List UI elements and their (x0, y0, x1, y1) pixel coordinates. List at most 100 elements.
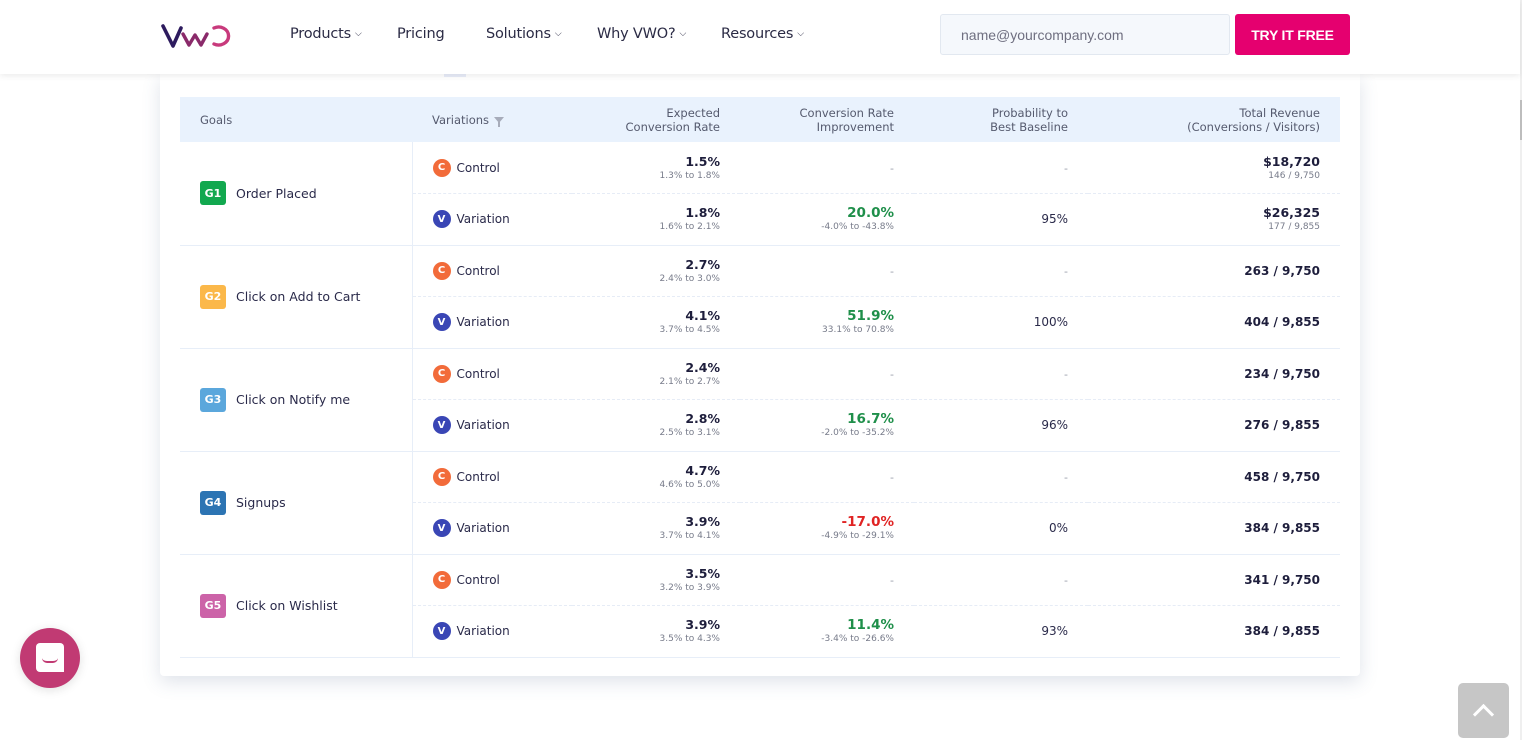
expected-cr-cell: 2.7% 2.4% to 3.0% (572, 245, 740, 297)
variation-badge-icon: V (432, 313, 451, 332)
nav-resources[interactable]: Resources ⌵ (721, 26, 804, 42)
conversions-visitors: 384 / 9,855 (1244, 624, 1320, 639)
goal-cell: G4 Signups (180, 451, 413, 555)
header-goals: Goals (180, 97, 412, 142)
conversions-visitors: 146 / 9,750 (1268, 170, 1320, 181)
table-row: G2 Click on Add to Cart C Control 2.7% 2… (180, 245, 1340, 349)
nav-products[interactable]: Products ⌵ (290, 26, 362, 42)
header-text: Conversion Rate (625, 119, 721, 134)
revenue-cell: 458 / 9,750 (1088, 451, 1340, 503)
goal-name: Signups (236, 495, 286, 510)
variation-badge-icon: V (432, 210, 451, 229)
chevron-down-icon: ⌵ (679, 29, 687, 39)
goal-cell: G1 Order Placed (180, 142, 413, 246)
goal-badge: G2 (200, 284, 226, 309)
header-total-revenue: Total Revenue (Conversions / Visitors) (1088, 97, 1340, 142)
improvement-value: - (890, 573, 894, 587)
probability-value: - (1064, 367, 1068, 381)
goal-name: Click on Notify me (236, 392, 351, 407)
goal-badge: G1 (200, 181, 226, 206)
variation-cell: C Control (412, 451, 572, 503)
probability-cell: - (914, 142, 1088, 194)
conversions-visitors: 234 / 9,750 (1244, 366, 1320, 381)
improvement-cell: - (740, 554, 914, 606)
probability-value: 0% (1048, 521, 1068, 536)
goal-cell: G5 Click on Wishlist (180, 554, 413, 658)
expected-cr-value: 3.9% (685, 617, 720, 633)
nav-pricing[interactable]: Pricing (397, 26, 445, 42)
table-row: G5 Click on Wishlist C Control 3.5% 3.2%… (180, 554, 1340, 658)
improvement-range: -3.4% to -26.6% (821, 634, 894, 645)
header-probability: Probability to Best Baseline (914, 97, 1088, 142)
filter-icon[interactable] (494, 116, 505, 127)
expected-cr-range: 4.6% to 5.0% (659, 479, 721, 490)
chevron-down-icon: ⌵ (554, 29, 562, 39)
nav-why-vwo[interactable]: Why VWO? ⌵ (597, 26, 686, 42)
improvement-range: -4.0% to -43.8% (821, 222, 894, 233)
expected-cr-range: 2.5% to 3.1% (659, 428, 721, 439)
email-input[interactable] (940, 14, 1230, 55)
probability-value: - (1064, 470, 1068, 484)
expected-cr-range: 3.7% to 4.1% (659, 531, 721, 542)
variation-badge-icon: V (432, 622, 451, 641)
expected-cr-range: 2.4% to 3.0% (659, 273, 721, 284)
scroll-to-top-button[interactable] (1458, 683, 1509, 738)
goal-item[interactable]: G4 Signups (200, 490, 392, 515)
control-badge-icon: C (432, 467, 451, 486)
probability-value: - (1064, 573, 1068, 587)
probability-value: 95% (1041, 212, 1068, 227)
table-header-row: Goals Variations Expected Conversion Rate… (180, 97, 1340, 142)
expected-cr-range: 1.6% to 2.1% (659, 222, 721, 233)
goal-item[interactable]: G3 Click on Notify me (200, 387, 392, 412)
expected-cr-value: 4.7% (685, 462, 720, 478)
improvement-cell: 11.4% -3.4% to -26.6% (740, 605, 914, 658)
goals-results-table: Goals Variations Expected Conversion Rate… (180, 97, 1340, 658)
chat-button[interactable] (20, 628, 80, 688)
revenue-cell: 404 / 9,855 (1088, 296, 1340, 349)
header-variations[interactable]: Variations (412, 97, 572, 142)
table-row: G4 Signups C Control 4.7% 4.6% to 5.0% - -… (180, 451, 1340, 555)
expected-cr-cell: 3.9% 3.5% to 4.3% (572, 605, 740, 658)
header-text: Expected (666, 105, 720, 120)
variation-badge-icon: V (432, 519, 451, 538)
try-it-free-button[interactable]: TRY IT FREE (1235, 14, 1350, 55)
conversions-visitors: 263 / 9,750 (1244, 263, 1320, 278)
revenue-cell: 341 / 9,750 (1088, 554, 1340, 606)
header-variations-label: Variations (432, 112, 490, 127)
variation-name: Variation (456, 212, 510, 227)
conversions-visitors: 458 / 9,750 (1244, 469, 1320, 484)
expected-cr-cell: 1.5% 1.3% to 1.8% (572, 142, 740, 194)
expected-cr-cell: 3.9% 3.7% to 4.1% (572, 502, 740, 555)
expected-cr-value: 1.5% (685, 153, 720, 169)
variation-cell: V Variation (412, 605, 572, 658)
variation-name: Control (456, 160, 500, 175)
probability-cell: 96% (914, 399, 1088, 452)
probability-cell: - (914, 245, 1088, 297)
improvement-value: - (890, 470, 894, 484)
probability-value: - (1064, 161, 1068, 175)
nav-pricing-label: Pricing (397, 26, 445, 42)
expected-cr-cell: 2.4% 2.1% to 2.7% (572, 348, 740, 400)
nav-why-vwo-label: Why VWO? (597, 26, 676, 42)
header-text: Total Revenue (1239, 105, 1320, 120)
goal-name: Click on Add to Cart (236, 289, 361, 304)
conversions-visitors: 177 / 9,855 (1268, 222, 1320, 233)
improvement-cell: - (740, 142, 914, 194)
improvement-value: - (890, 161, 894, 175)
goal-item[interactable]: G2 Click on Add to Cart (200, 284, 392, 309)
expected-cr-value: 2.8% (685, 411, 720, 427)
goal-item[interactable]: G1 Order Placed (200, 181, 392, 206)
goal-item[interactable]: G5 Click on Wishlist (200, 593, 392, 618)
improvement-cell: 51.9% 33.1% to 70.8% (740, 296, 914, 349)
control-badge-icon: C (432, 261, 451, 280)
variation-cell: V Variation (412, 399, 572, 452)
probability-cell: 0% (914, 502, 1088, 555)
probability-value: 100% (1033, 315, 1068, 330)
probability-cell: 95% (914, 193, 1088, 246)
nav-solutions[interactable]: Solutions ⌵ (486, 26, 562, 42)
probability-cell: - (914, 554, 1088, 606)
probability-cell: - (914, 451, 1088, 503)
vwo-logo[interactable] (161, 20, 241, 50)
control-badge-icon: C (432, 158, 451, 177)
conversions-visitors: 404 / 9,855 (1244, 315, 1320, 330)
